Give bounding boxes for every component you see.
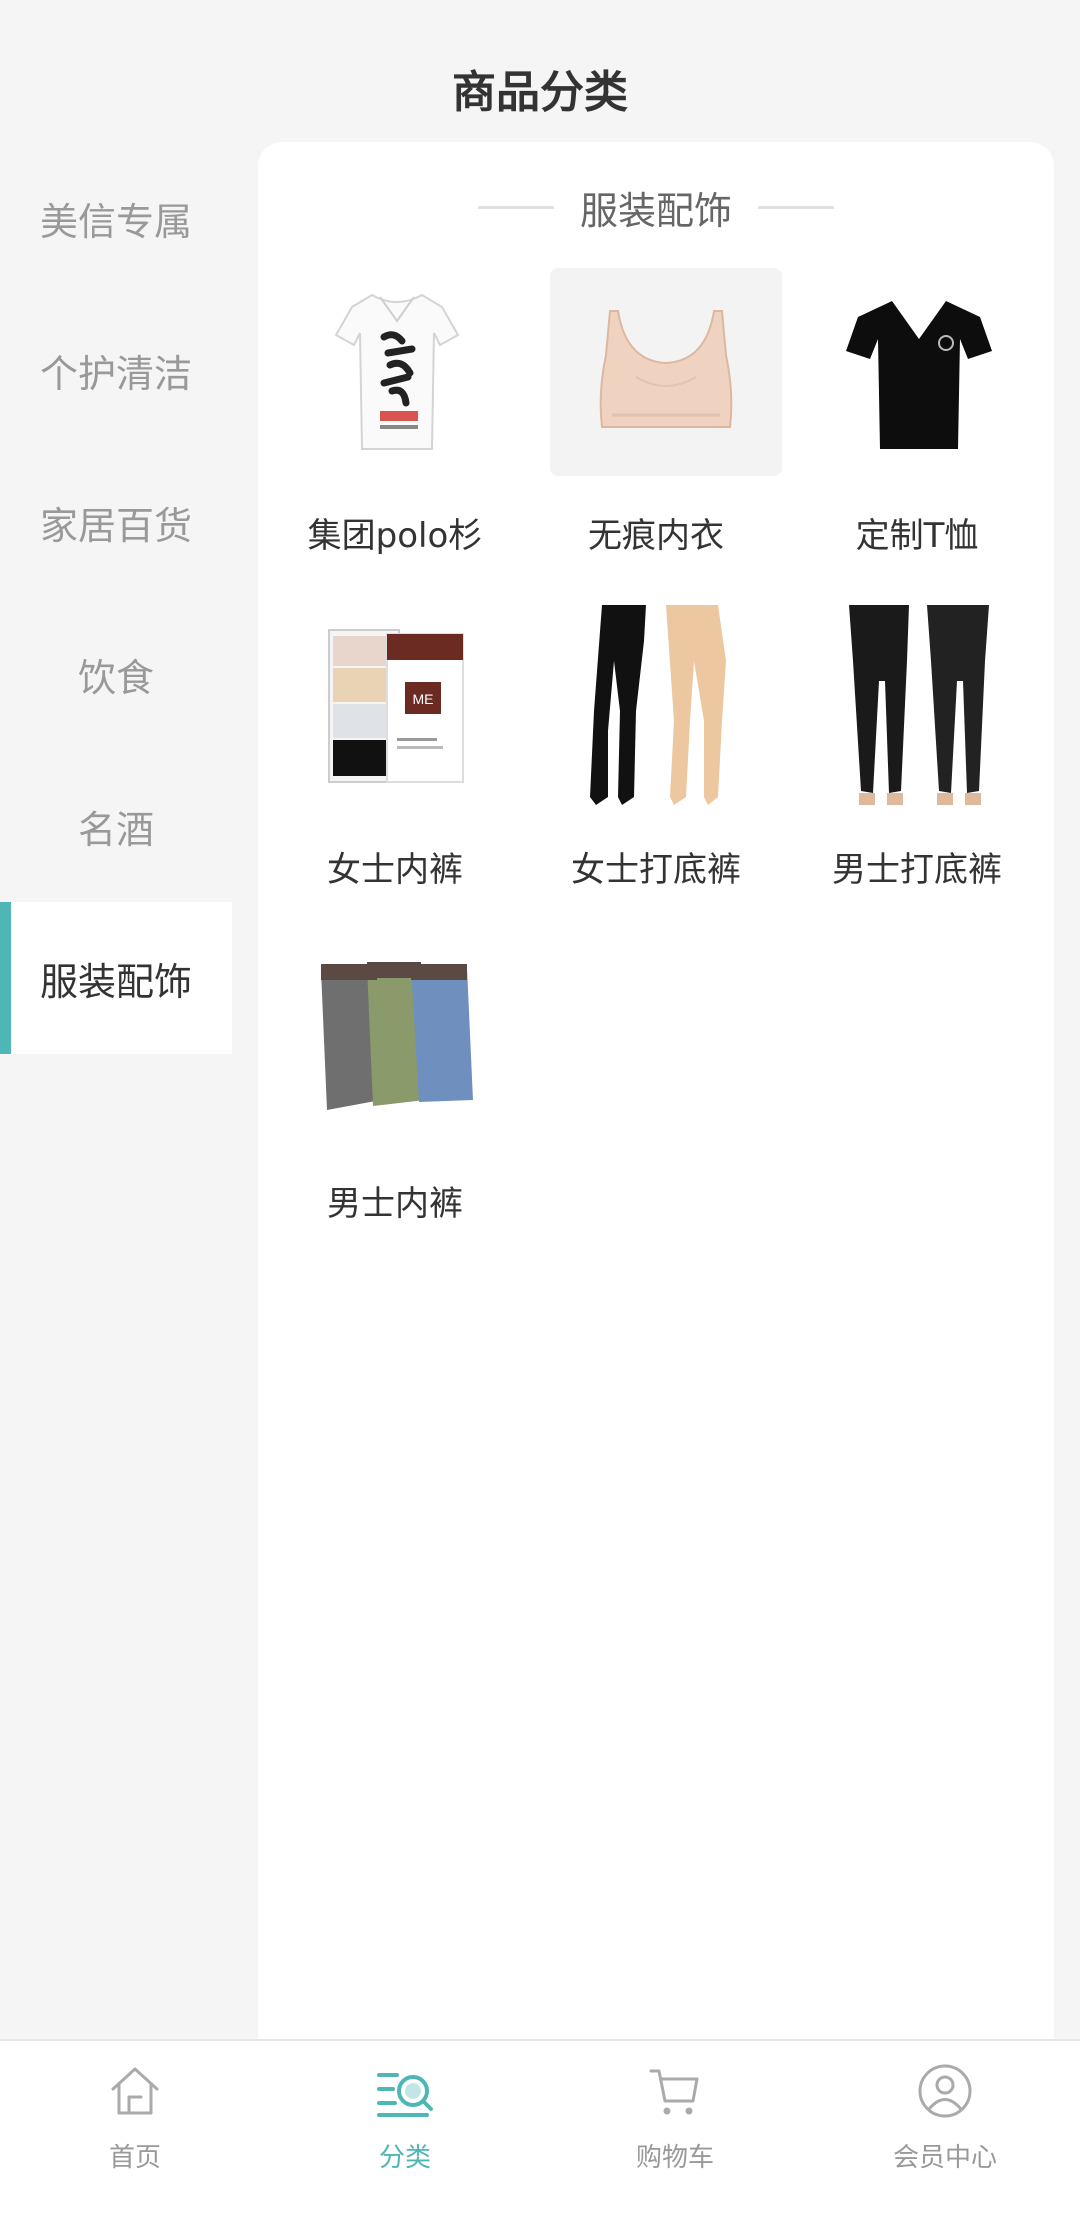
section-header: 服装配饰: [258, 182, 1054, 233]
sidebar-item-personal-care[interactable]: 个护清洁: [0, 294, 232, 446]
tab-cart[interactable]: 购物车: [540, 2059, 810, 2209]
divider: [477, 205, 554, 209]
product-label: 定制T恤: [855, 516, 979, 556]
product-label: 男士打底裤: [832, 850, 1002, 890]
product-label: 男士内裤: [327, 1184, 463, 1224]
bottom-tab-bar: 首页 分类 购物车 会员中心: [0, 2039, 1080, 2215]
sidebar-item-meixin-exclusive[interactable]: 美信专属: [0, 142, 232, 294]
sidebar-item-label: 家居百货: [39, 503, 192, 548]
product-image-mens-boxers[interactable]: [297, 936, 497, 1144]
user-icon: [918, 2064, 972, 2118]
page-title: 商品分类: [452, 67, 628, 118]
product-label: 无痕内衣: [588, 516, 724, 556]
product-card[interactable]: 无痕内衣: [527, 268, 785, 588]
sidebar-item-label: 饮食: [77, 655, 154, 700]
tab-home[interactable]: 首页: [0, 2059, 270, 2209]
sidebar-item-label: 美信专属: [39, 199, 192, 244]
tab-label: 购物车: [635, 2143, 714, 2173]
tab-label: 首页: [108, 2143, 161, 2173]
product-panel: 服装配饰 集团polo杉 无痕内衣 定制T恤 ME 女士内裤 女士打底裤 男士打…: [258, 142, 1054, 2042]
product-image-white-polo-shirt[interactable]: [297, 268, 497, 476]
section-title: 服装配饰: [579, 188, 732, 233]
svg-text:ME: ME: [413, 691, 434, 707]
product-image-black-tshirt[interactable]: [819, 268, 1019, 476]
product-image-seamless-bra[interactable]: [550, 268, 782, 476]
sidebar-item-label: 服装配饰: [39, 959, 192, 1004]
product-card[interactable]: 定制T恤: [788, 268, 1046, 588]
tab-category[interactable]: 分类: [270, 2059, 540, 2209]
product-card[interactable]: ME 女士内裤: [266, 602, 524, 922]
product-label: 女士打底裤: [571, 850, 741, 890]
product-image-womens-underwear-box[interactable]: ME: [297, 602, 497, 810]
product-image-womens-leggings[interactable]: [558, 602, 758, 810]
tab-label: 会员中心: [892, 2143, 997, 2173]
product-image-mens-leggings[interactable]: [819, 602, 1019, 810]
sidebar-item-label: 个护清洁: [39, 351, 192, 396]
category-page: 商品分类 美信专属 个护清洁 家居百货 饮食 名酒 服装配饰 服装配饰 集团po…: [0, 0, 1080, 2215]
product-card[interactable]: 男士内裤: [266, 936, 524, 1256]
tab-label: 分类: [378, 2143, 431, 2173]
tab-member-center[interactable]: 会员中心: [810, 2059, 1080, 2209]
product-label: 集团polo杉: [307, 516, 483, 556]
cart-icon: [649, 2069, 699, 2115]
sidebar-item-food[interactable]: 饮食: [0, 598, 232, 750]
product-card[interactable]: 男士打底裤: [788, 602, 1046, 922]
divider: [758, 205, 834, 209]
sidebar-item-home-goods[interactable]: 家居百货: [0, 446, 232, 598]
category-sidebar: 美信专属 个护清洁 家居百货 饮食 名酒 服装配饰: [0, 142, 232, 1054]
product-card[interactable]: 集团polo杉: [266, 268, 524, 588]
category-search-icon: [377, 2073, 433, 2117]
product-label: 女士内裤: [327, 850, 463, 890]
product-card[interactable]: 女士打底裤: [527, 602, 785, 922]
active-indicator: [0, 902, 11, 1054]
page-header: 商品分类: [0, 0, 1080, 140]
home-icon: [111, 2067, 159, 2115]
sidebar-item-liquor[interactable]: 名酒: [0, 750, 232, 902]
sidebar-item-label: 名酒: [77, 807, 154, 852]
sidebar-item-apparel[interactable]: 服装配饰: [0, 902, 232, 1054]
